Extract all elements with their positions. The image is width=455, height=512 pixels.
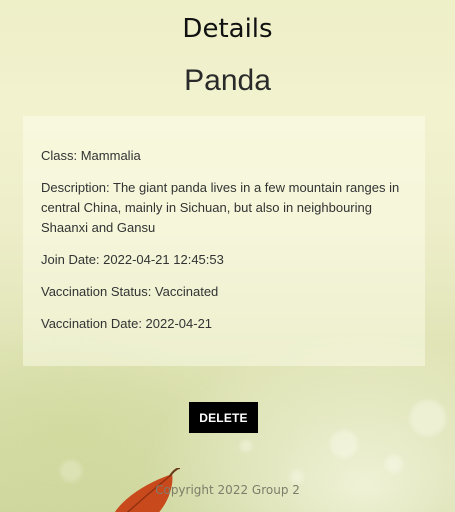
background-bokeh	[330, 430, 358, 458]
background-bokeh	[240, 440, 252, 452]
background-bokeh	[60, 460, 82, 482]
background-bokeh	[290, 470, 304, 484]
class-field: Class: Mammalia	[41, 148, 141, 163]
background-bokeh	[410, 400, 446, 436]
description-field: Description: The giant panda lives in a …	[41, 180, 400, 235]
copyright-footer: Copyright 2022 Group 2	[155, 483, 300, 497]
join-date-field: Join Date: 2022-04-21 12:45:53	[41, 252, 224, 267]
vaccination-status-field: Vaccination Status: Vaccinated	[41, 284, 219, 299]
details-card: Class: Mammalia Description: The giant p…	[23, 116, 425, 366]
background-bokeh	[385, 455, 403, 473]
vaccination-date-field: Vaccination Date: 2022-04-21	[41, 316, 213, 331]
page-title: Details	[182, 14, 273, 44]
animal-name: Panda	[184, 64, 271, 97]
delete-button[interactable]: DELETE	[189, 402, 258, 433]
